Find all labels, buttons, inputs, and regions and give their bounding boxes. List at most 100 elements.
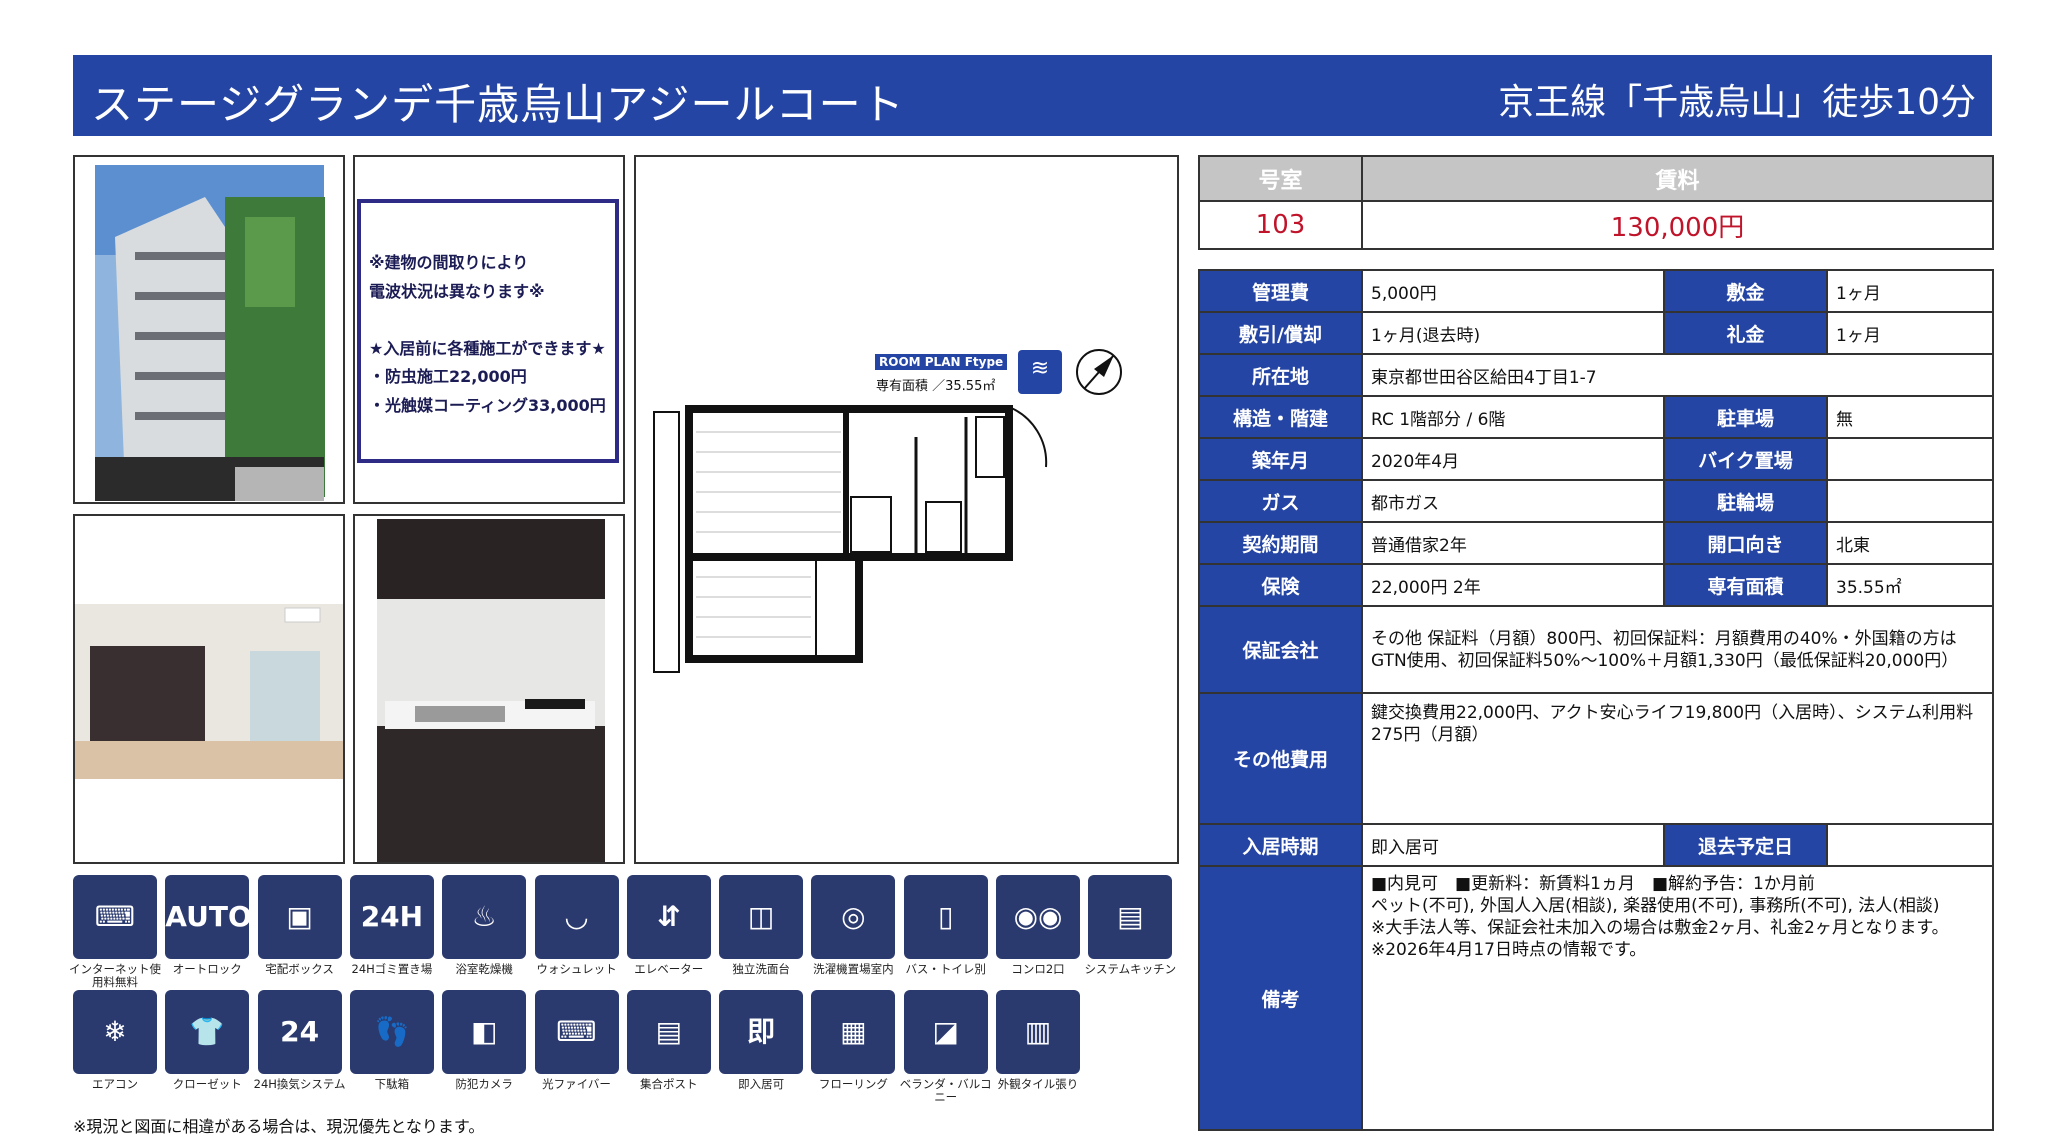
photo-living-frame: [73, 514, 345, 864]
amenity-label: 24H換気システム: [253, 1077, 346, 1091]
amenity-glyph: AUTO: [165, 900, 252, 933]
amenity-glyph: ▦: [840, 1015, 867, 1048]
shikibiki-value: 1ヶ月(退去時): [1361, 311, 1665, 355]
note-line: ※建物の間取りにより: [369, 253, 529, 272]
amenity-icon: ◎: [811, 875, 896, 959]
amenity-icon: ▦: [811, 990, 896, 1074]
amenity-icon: 24H: [349, 875, 434, 959]
amenity-label: フローリング: [818, 1077, 888, 1091]
amenity-glyph: ◎: [841, 900, 866, 933]
other-fees-value: 鍵交換費用22,000円、アクト安心ライフ19,800円（入居時）、システム利用…: [1361, 692, 1994, 825]
amenity-glyph: ❄: [103, 1015, 127, 1048]
footnote: ※現況と図面に相違がある場合は、現況優先となります。: [73, 1117, 485, 1136]
amenity-glyph: ⌨: [556, 1015, 597, 1048]
amenity-icon: ◪: [903, 990, 988, 1074]
reikin-value: 1ヶ月: [1826, 311, 1994, 355]
amenity-label: ベランダ・バルコニー: [899, 1077, 992, 1104]
amenity-label: 外観タイル張り: [997, 1077, 1079, 1091]
floorplan-frame: ROOM PLAN Ftype 専有面積 ／35.55㎡ ≋: [634, 155, 1179, 864]
note-panel: ※建物の間取りにより 電波状況は異なります※ ★入居前に各種施工ができます★ ・…: [357, 199, 619, 463]
amenity-label: エアコン: [92, 1077, 138, 1091]
amenity-label: システムキッチン: [1084, 962, 1177, 976]
amenity-icon: ▤: [1088, 875, 1173, 959]
amenity-glyph: 👣: [374, 1015, 410, 1048]
amenity-label: オートロック: [172, 962, 242, 976]
amenity-label: 宅配ボックス: [265, 962, 334, 976]
bike-value: [1826, 437, 1994, 481]
area-value: 35.55㎡: [1826, 563, 1994, 607]
amenity-glyph: ▥: [1024, 1015, 1052, 1048]
contract-value: 普通借家2年: [1361, 521, 1665, 565]
photo-kitchen-frame: [353, 514, 625, 864]
remarks-label: 備考: [1198, 865, 1363, 1131]
bicycle-label: 駐輪場: [1663, 479, 1828, 523]
amenity-label: 浴室乾燥機: [455, 962, 513, 976]
amenity-icon: 👣: [349, 990, 434, 1074]
photo-exterior-frame: [73, 155, 345, 504]
structure-label: 構造・階建: [1198, 395, 1363, 439]
details-table: 管理費 5,000円 敷金 1ヶ月 敷引/償却 1ヶ月(退去時) 礼金 1ヶ月 …: [1198, 269, 1994, 1131]
amenity-icon: ◉◉: [996, 875, 1080, 959]
header-bar: ステージグランデ千歳烏山アジールコート 京王線「千歳烏山」徒歩10分: [73, 55, 1992, 136]
amenity-label: 即入居可: [738, 1077, 785, 1091]
address-label: 所在地: [1198, 353, 1363, 397]
contract-label: 契約期間: [1198, 521, 1363, 565]
insurance-label: 保険: [1198, 563, 1363, 607]
amenity-label: 24Hゴミ置き場: [351, 962, 433, 976]
amenity-icon: 即: [719, 990, 804, 1074]
amenity-label: 防犯カメラ: [455, 1077, 513, 1091]
amenity-glyph: ♨: [471, 900, 497, 933]
amenity-label: 集合ポスト: [640, 1077, 698, 1091]
amenity-icon: ◡: [534, 875, 619, 959]
parking-value: 無: [1826, 395, 1994, 439]
amenity-glyph: ▤: [655, 1015, 683, 1048]
amenity-glyph: 24: [280, 1015, 320, 1048]
amenity-label: ウォシュレット: [536, 962, 617, 976]
kanri-value: 5,000円: [1361, 269, 1665, 313]
kanri-label: 管理費: [1198, 269, 1363, 313]
amenity-icon: ▯: [903, 875, 988, 959]
amenity-glyph: 👕: [189, 1015, 225, 1048]
facing-label: 開口向き: [1663, 521, 1828, 565]
amenity-glyph: 24H: [360, 900, 424, 933]
note-line: [369, 306, 609, 335]
amenity-glyph: ◧: [470, 1015, 498, 1048]
room-value: 103: [1198, 200, 1363, 250]
built-label: 築年月: [1198, 437, 1363, 481]
property-title: ステージグランデ千歳烏山アジールコート: [91, 80, 905, 129]
amenity-glyph: ◫: [747, 900, 775, 933]
amenity-glyph: ◪: [932, 1015, 959, 1048]
exterior-photo: [95, 165, 325, 501]
amenity-label: バス・トイレ別: [905, 962, 986, 976]
amenity-label: 独立洗面台: [732, 962, 790, 976]
amenity-icon: ⌨: [534, 990, 619, 1074]
station-access: 京王線「千歳烏山」徒歩10分: [1498, 82, 1976, 123]
amenity-icon: ❄: [73, 990, 157, 1074]
movein-value: 即入居可: [1361, 823, 1665, 867]
remarks-value: ■内見可 ■更新料：新賃料1ヵ月 ■解約予告：1か月前 ペット(不可), 外国人…: [1361, 865, 1994, 1131]
parking-label: 駐車場: [1663, 395, 1828, 439]
amenity-icon: ▣: [257, 875, 342, 959]
note-line: ★入居前に各種施工ができます★: [369, 338, 606, 358]
shikikin-value: 1ヶ月: [1826, 269, 1994, 313]
amenity-icon: ◧: [442, 990, 527, 1074]
amenity-icon: 24: [257, 990, 342, 1074]
amenity-glyph: ⌨: [94, 900, 136, 933]
amenity-icon: ▥: [996, 990, 1080, 1074]
amenity-icon: ⌨: [73, 875, 157, 959]
amenity-icon: AUTO: [165, 875, 252, 959]
rent-value: 130,000円: [1361, 200, 1994, 250]
remarks-line: ※2026年4月17日時点の情報です。: [1371, 940, 1647, 960]
amenity-glyph: ▯: [937, 900, 954, 933]
amenity-glyph: ▣: [286, 900, 313, 933]
remarks-line: ※大手法人等、保証会社未加入の場合は敷金2ヶ月、礼金2ヶ月となります。: [1371, 918, 1949, 938]
facing-value: 北東: [1826, 521, 1994, 565]
area-label: 専有面積: [1663, 563, 1828, 607]
summary-table: 号室 賃料 103 130,000円: [1198, 155, 1994, 250]
guarantor-label: 保証会社: [1198, 605, 1363, 694]
moveout-label: 退去予定日: [1663, 823, 1828, 867]
amenity-label: エレベーター: [634, 962, 704, 976]
amenity-icon: ⇵: [626, 875, 711, 959]
note-line: ・光触媒コーティング33,000円: [369, 395, 606, 415]
amenity-label: コンロ2口: [1011, 962, 1065, 976]
